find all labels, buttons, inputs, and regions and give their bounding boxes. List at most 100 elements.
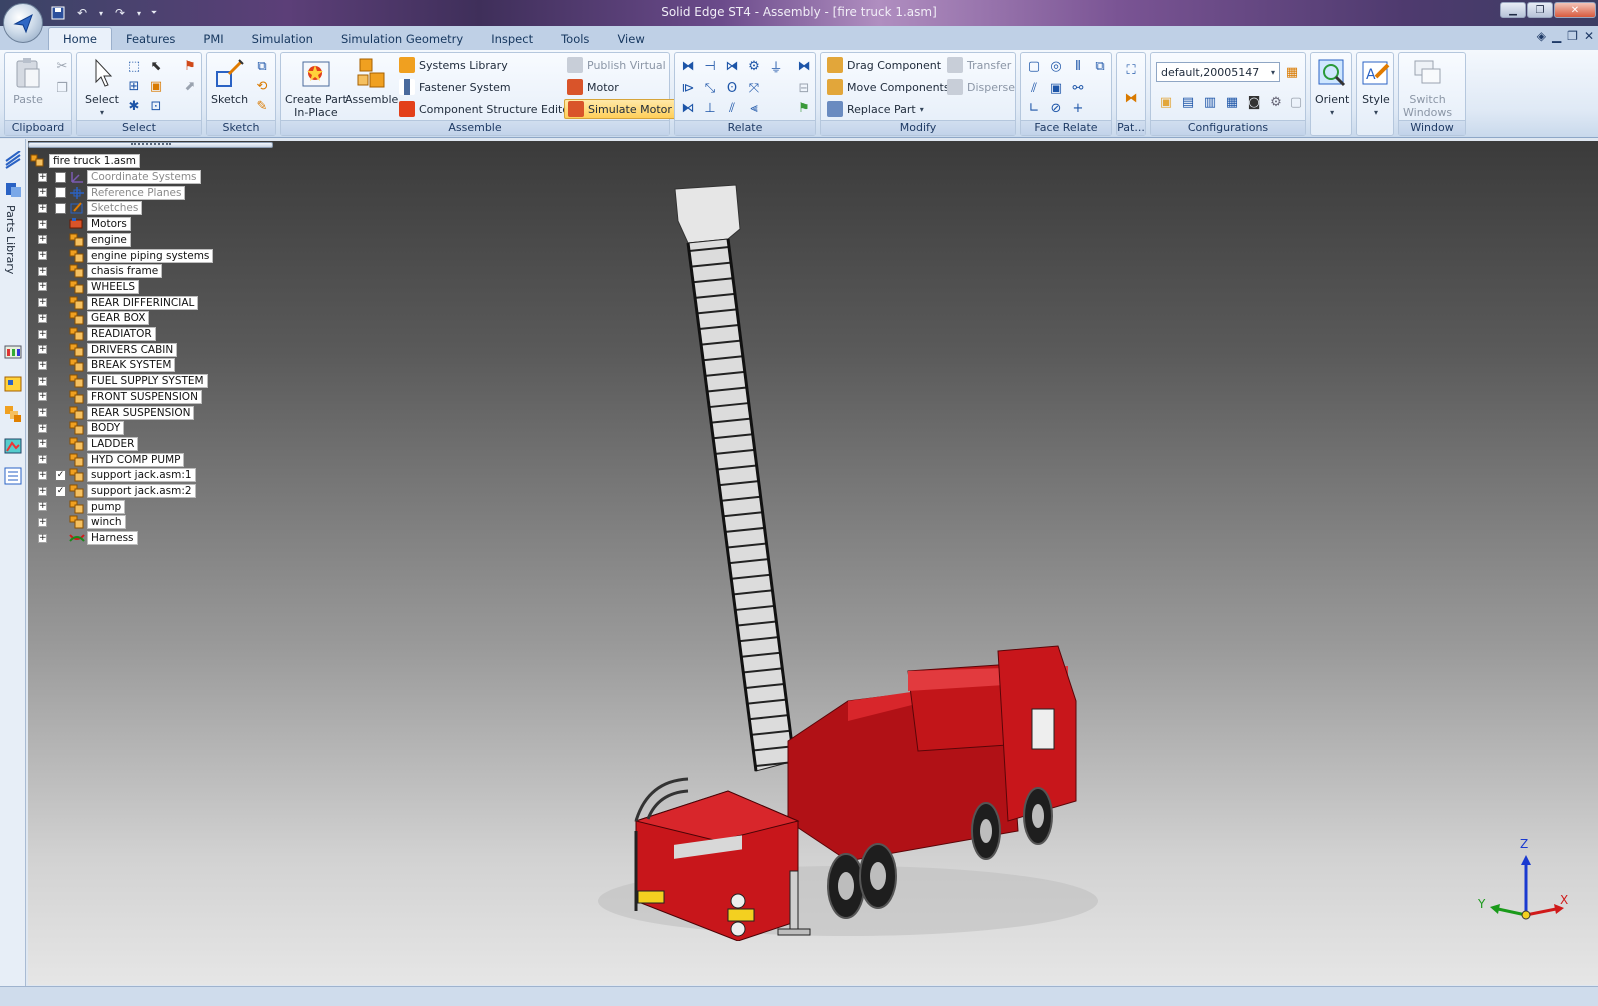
disperse-button[interactable]: Disperse [947,77,1015,97]
select-disabled-icon[interactable]: ⬈ [181,77,199,95]
checkbox[interactable] [55,187,66,199]
perpendicular-icon[interactable]: ∟ [1025,99,1043,117]
coplanar-icon[interactable]: ⫽ [1025,79,1043,97]
expand-icon[interactable]: + [38,392,47,402]
replace-part-button[interactable]: Replace Part ▾ [827,99,924,119]
aligned-icon[interactable]: ▣ [1047,79,1065,97]
list-tab-icon[interactable] [4,467,22,485]
match-coordinate-icon[interactable]: ⧑ [679,99,697,117]
mirror-icon[interactable]: ⧓ [1122,89,1140,107]
replace-part-dropdown-icon[interactable]: ▾ [920,105,924,114]
close-button[interactable]: ✕ [1554,2,1596,18]
expand-icon[interactable]: + [38,486,47,496]
expand-icon[interactable]: + [38,313,47,323]
config-tools-icon[interactable]: ⚙ [1267,93,1285,111]
orient-button[interactable]: Orient ▾ [1315,55,1349,119]
expand-icon[interactable]: + [38,203,47,213]
select-cursor-icon[interactable]: ⬉ [147,57,165,75]
pattern-icon[interactable]: ⛶ [1122,61,1140,79]
expand-icon[interactable]: + [38,188,47,198]
expand-icon[interactable]: + [38,298,47,308]
minimize-button[interactable]: ▁ [1500,2,1526,18]
cam-icon[interactable]: ʘ [723,79,741,97]
sketch-copy-icon[interactable]: ⧉ [253,57,271,75]
tab-simulation-geometry[interactable]: Simulation Geometry [327,27,477,50]
expand-icon[interactable]: + [38,502,47,512]
publish-virtual-button[interactable]: Publish Virtual [567,55,666,75]
sketch-relate-icon[interactable]: ⟲ [253,77,271,95]
transfer-button[interactable]: Transfer [947,55,1011,75]
doc-close-icon[interactable]: ✕ [1584,29,1594,43]
properties-tab-icon[interactable] [4,375,22,393]
select-more-icon[interactable]: ⊡ [147,97,165,115]
relate-flip-icon[interactable]: ⧓ [795,57,813,75]
planar-align-icon[interactable]: ⊣ [701,57,719,75]
drag-component-button[interactable]: Drag Component [827,55,941,75]
center-plane-icon[interactable]: ⫷ [745,99,763,117]
expand-icon[interactable]: + [38,408,47,417]
pathfinder-tab-icon[interactable] [4,150,22,169]
view-triad[interactable]: Z X Y [1478,837,1568,925]
systems-library-button[interactable]: Systems Library [399,55,508,75]
checkbox[interactable] [55,171,66,183]
expand-icon[interactable]: + [38,266,47,276]
configuration-combobox[interactable]: default,20005147 ▾ [1156,62,1280,82]
pathfinder-drag-handle[interactable] [28,142,273,148]
3d-viewport[interactable]: fire truck 1.asm + Coordinate Systems + Ref… [28,141,1598,985]
tab-view[interactable]: View [603,27,658,50]
maximize-button[interactable]: ❐ [1527,2,1553,18]
insert-icon[interactable]: ⚙ [745,57,763,75]
relate-assist-icon[interactable]: ⚑ [795,99,813,117]
add-relate-icon[interactable]: + [1069,99,1087,117]
select-filter-icon[interactable]: ⊞ [125,77,143,95]
axial-align-icon[interactable]: ⧒ [723,57,741,75]
expand-icon[interactable]: + [38,533,47,543]
parallel-icon[interactable]: ⫽ [723,99,741,117]
cut-icon[interactable]: ✂ [53,57,71,75]
expand-icon[interactable]: + [38,345,47,355]
expand-icon[interactable]: + [38,235,47,245]
fire-truck-model[interactable] [588,181,1108,941]
tab-simulation[interactable]: Simulation [238,27,327,50]
create-part-in-place-button[interactable]: Create Part In-Place [285,55,347,119]
tab-tools[interactable]: Tools [547,27,603,50]
expand-icon[interactable]: + [38,470,47,480]
gear-relate-icon[interactable]: ⤧ [745,79,763,97]
expand-icon[interactable]: + [38,376,47,386]
tab-home[interactable]: Home [48,27,112,50]
config-manage-icon[interactable]: ▥ [1201,93,1219,111]
tree-root[interactable]: fire truck 1.asm [30,153,140,169]
parts-library-tab[interactable]: Parts Library [4,205,17,274]
assemble-button[interactable]: Assemble [345,55,398,106]
camera-icon[interactable]: ◙ [1245,93,1263,111]
layers-tab-icon[interactable] [4,343,22,361]
select-tools-icon[interactable]: ▣ [147,77,165,95]
view-tab-icon[interactable] [4,437,22,455]
relate-options-icon[interactable]: ⊟ [795,79,813,97]
doc-restore-icon[interactable]: ❐ [1567,29,1578,43]
expand-icon[interactable]: + [38,282,47,292]
zone-icon[interactable]: ▤ [1179,93,1197,111]
rigid-icon[interactable]: ⊘ [1047,99,1065,117]
style-button[interactable]: A Style ▾ [1359,55,1393,119]
tab-pmi[interactable]: PMI [189,27,237,50]
copy-icon[interactable]: ❐ [53,79,71,97]
tab-features[interactable]: Features [112,27,189,50]
motor-button[interactable]: Motor [567,77,619,97]
expand-icon[interactable]: + [38,439,47,449]
expand-icon[interactable]: + [38,172,47,182]
tab-inspect[interactable]: Inspect [477,27,547,50]
assembly-structure-tab-icon[interactable] [4,405,22,423]
checkbox-checked[interactable]: ✓ [55,469,66,481]
select-box-icon[interactable]: ⬚ [125,57,143,75]
config-disabled-icon[interactable]: ▢ [1287,93,1305,111]
face-select-icon[interactable]: ▢ [1025,57,1043,75]
flag-icon[interactable]: ⚑ [181,57,199,75]
move-components-button[interactable]: Move Components [827,77,950,97]
expand-icon[interactable]: + [38,423,47,433]
select-button[interactable]: Select ▾ [85,55,119,119]
tangent-face-icon[interactable]: ⚯ [1069,79,1087,97]
sketch-pencil-icon[interactable]: ✎ [253,97,271,115]
checkbox-checked[interactable]: ✓ [55,485,66,497]
symmetric-icon[interactable]: ⫴ [1069,57,1087,75]
